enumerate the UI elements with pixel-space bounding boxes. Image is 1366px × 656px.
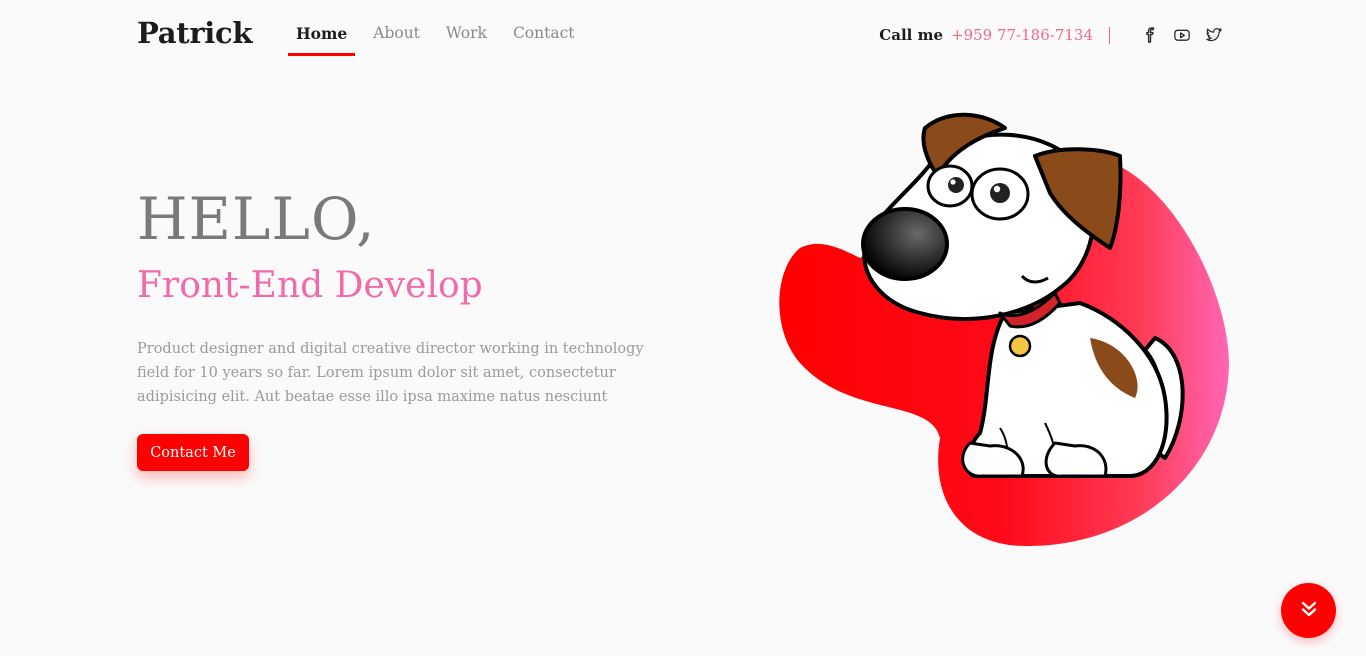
hero-illustration <box>779 112 1229 547</box>
twitter-icon[interactable] <box>1206 27 1222 43</box>
contact-me-button[interactable]: Contact Me <box>137 434 249 471</box>
nav-about[interactable]: About <box>373 24 420 56</box>
logo[interactable]: Patrick <box>137 16 252 50</box>
youtube-icon[interactable] <box>1174 27 1190 43</box>
facebook-icon[interactable] <box>1142 27 1158 43</box>
header-contact: Call me +959 77-186-7134 <box>879 26 1222 44</box>
call-label: Call me <box>879 26 943 44</box>
nav-contact[interactable]: Contact <box>513 24 575 56</box>
nav-work[interactable]: Work <box>446 24 487 56</box>
hero-greeting: HELLO, <box>137 185 376 253</box>
divider <box>1109 26 1110 44</box>
nav-home[interactable]: Home <box>288 24 356 56</box>
hero-description: Product designer and digital creative di… <box>137 340 644 405</box>
main-nav: Home About Work Contact <box>288 24 601 56</box>
hero-role: Front-End Develop <box>137 265 483 306</box>
double-chevron-down-icon <box>1300 600 1318 621</box>
scroll-down-button[interactable] <box>1281 583 1336 638</box>
phone-number[interactable]: +959 77-186-7134 <box>951 26 1093 44</box>
